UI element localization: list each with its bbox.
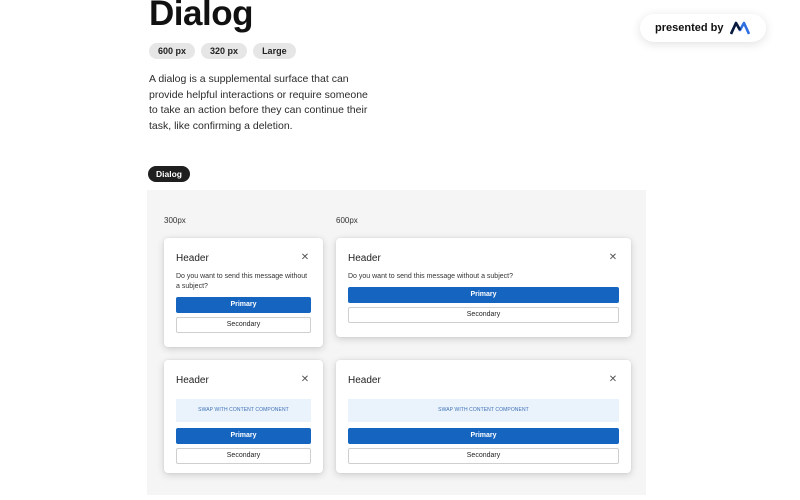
size-label-600: 600px bbox=[336, 216, 358, 225]
brand-logo-icon bbox=[730, 21, 751, 35]
intro-text: A dialog is a supplemental surface that … bbox=[149, 73, 368, 132]
dialog-header: Header ✕ bbox=[176, 371, 311, 389]
dialog-title: Header bbox=[348, 374, 381, 386]
close-icon[interactable]: ✕ bbox=[299, 375, 311, 385]
dialog-header: Header ✕ bbox=[348, 371, 619, 389]
content-placeholder: SWAP WITH CONTENT COMPONENT bbox=[176, 399, 311, 422]
close-icon[interactable]: ✕ bbox=[607, 253, 619, 263]
section-pill-dialog: Dialog bbox=[148, 166, 190, 182]
secondary-button[interactable]: Secondary bbox=[348, 448, 619, 464]
tag-large: Large bbox=[253, 43, 296, 59]
dialog-title: Header bbox=[348, 252, 381, 264]
primary-button[interactable]: Primary bbox=[176, 428, 311, 444]
dialog-body: Do you want to send this message without… bbox=[348, 273, 513, 280]
secondary-button[interactable]: Secondary bbox=[348, 307, 619, 323]
dialog-header: Header ✕ bbox=[348, 249, 619, 267]
dialog-title: Header bbox=[176, 374, 209, 386]
primary-button[interactable]: Primary bbox=[176, 297, 311, 313]
dialog-300-text: Header ✕ Do you want to send this messag… bbox=[164, 238, 323, 347]
tag-list: 600 px 320 px Large bbox=[149, 43, 296, 59]
secondary-button[interactable]: Secondary bbox=[176, 448, 311, 464]
primary-button[interactable]: Primary bbox=[348, 287, 619, 303]
content-placeholder: SWAP WITH CONTENT COMPONENT bbox=[348, 399, 619, 422]
dialog-600-content: Header ✕ SWAP WITH CONTENT COMPONENT Pri… bbox=[336, 360, 631, 473]
dialog-header: Header ✕ bbox=[176, 249, 311, 267]
close-icon[interactable]: ✕ bbox=[607, 375, 619, 385]
tag-320px: 320 px bbox=[201, 43, 248, 59]
dialog-600-text: Header ✕ Do you want to send this messag… bbox=[336, 238, 631, 337]
dialog-body: Do you want to send this message without… bbox=[176, 273, 308, 290]
dialog-300-content: Header ✕ SWAP WITH CONTENT COMPONENT Pri… bbox=[164, 360, 323, 473]
secondary-button[interactable]: Secondary bbox=[176, 317, 311, 333]
page-title: Dialog bbox=[149, 0, 253, 33]
primary-button[interactable]: Primary bbox=[348, 428, 619, 444]
close-icon[interactable]: ✕ bbox=[299, 253, 311, 263]
size-label-300: 300px bbox=[164, 216, 186, 225]
presented-by-badge: presented by bbox=[640, 14, 766, 42]
dialog-title: Header bbox=[176, 252, 209, 264]
tag-600px: 600 px bbox=[149, 43, 196, 59]
presented-by-label: presented by bbox=[655, 22, 724, 34]
